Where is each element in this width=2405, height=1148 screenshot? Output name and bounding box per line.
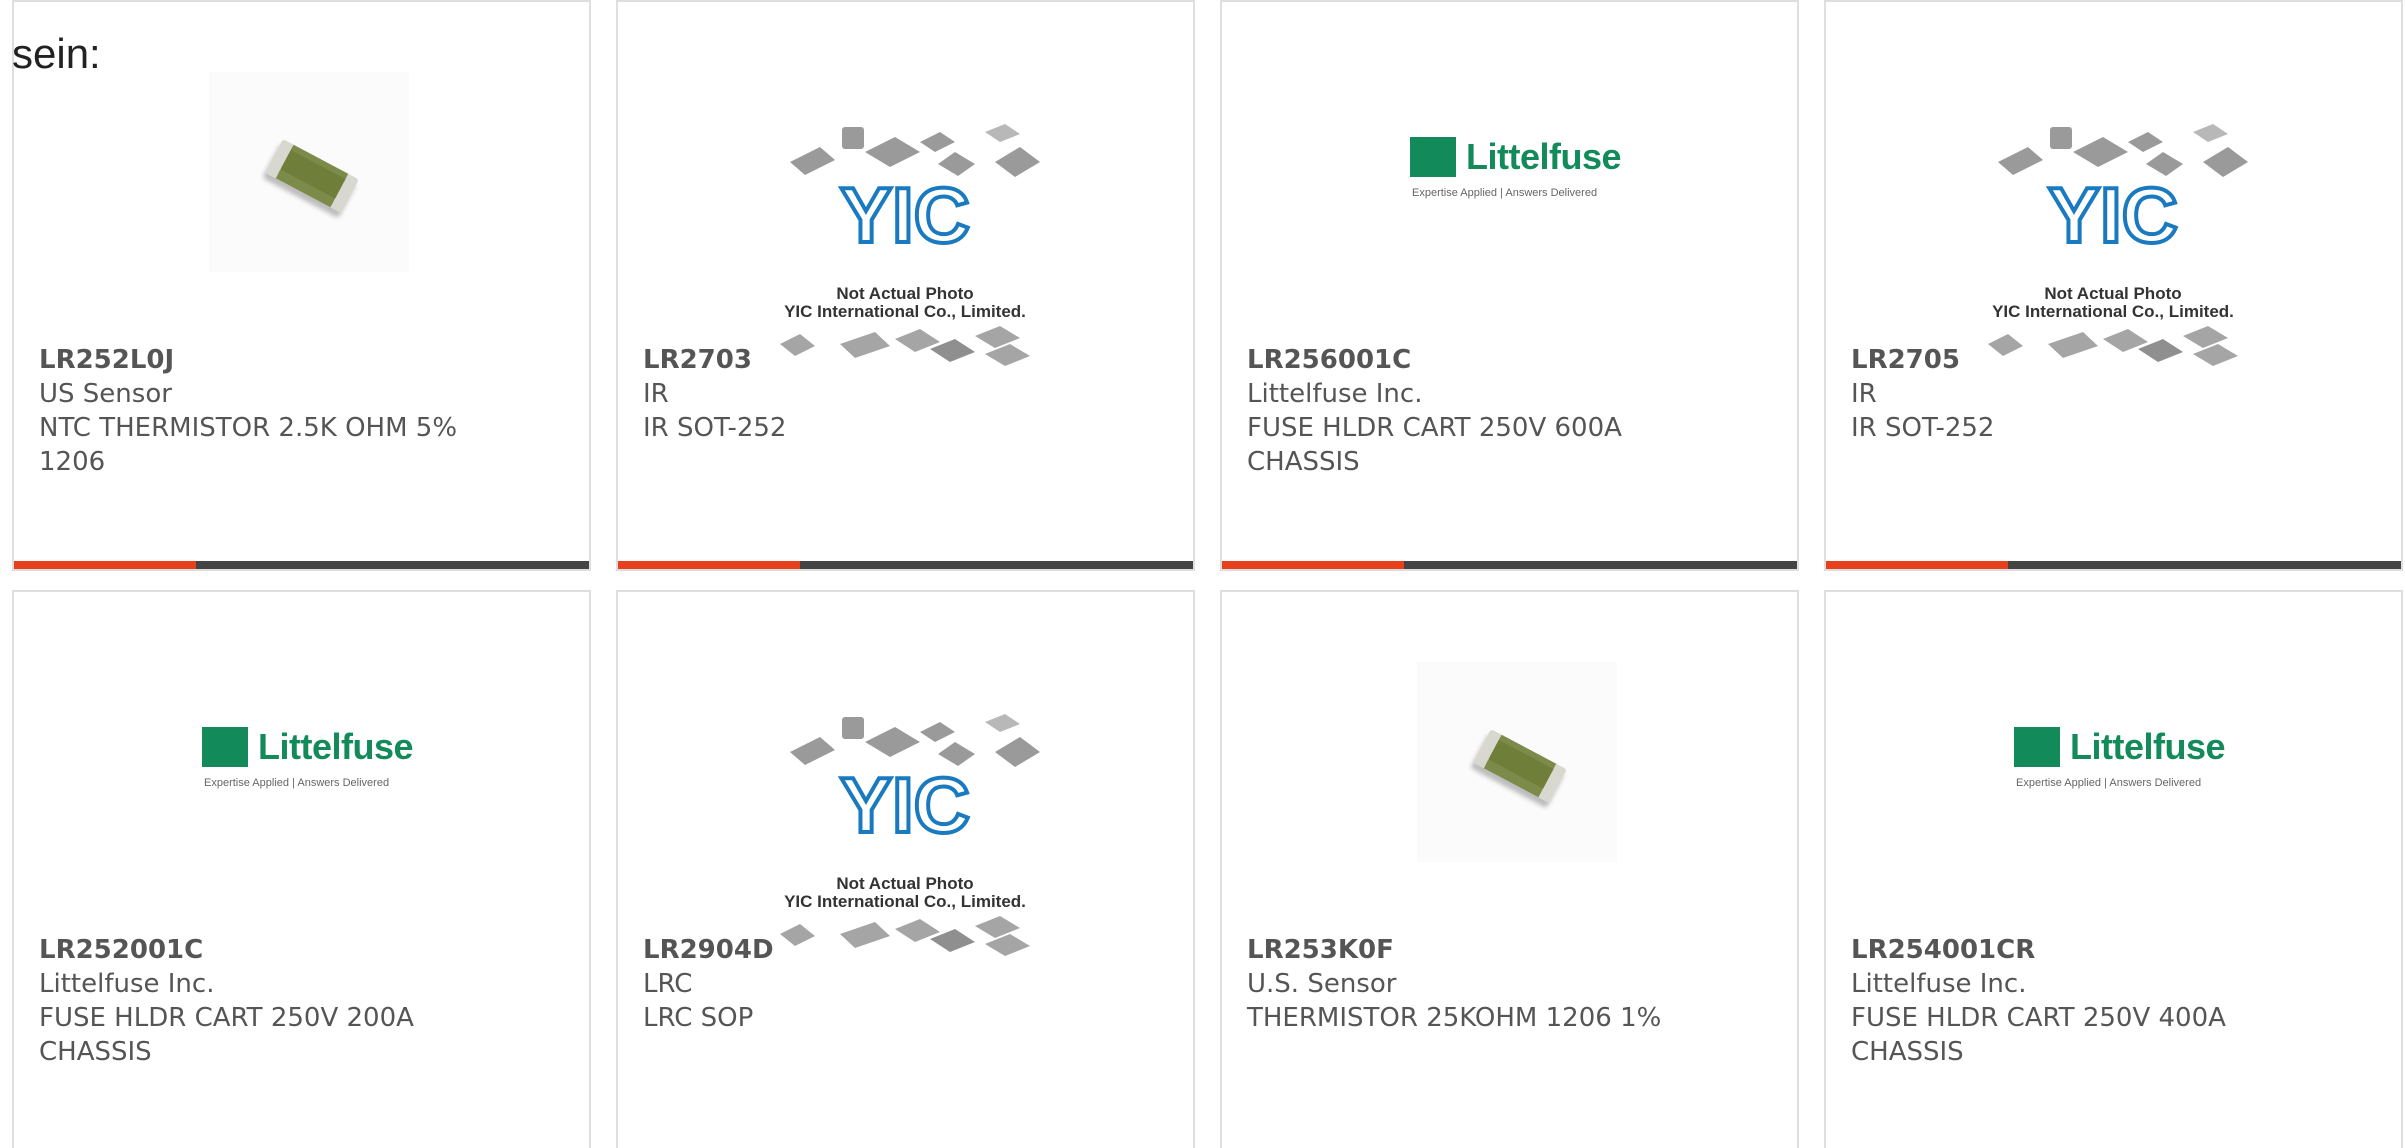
product-card[interactable]: YIC Not Actual Photo YIC International C… bbox=[616, 590, 1195, 1148]
description-line: NTC THERMISTOR 2.5K OHM 5% bbox=[39, 413, 458, 443]
description-line: IR SOT-252 bbox=[1851, 413, 1995, 443]
description-line: 1206 bbox=[39, 447, 106, 477]
yic-logo-icon: YIC Not Actual Photo YIC International C… bbox=[1978, 92, 2248, 366]
yic-caption-line2: YIC International Co., Limited. bbox=[1992, 302, 2234, 321]
svg-text:YIC: YIC bbox=[840, 171, 970, 259]
description-line: FUSE HLDR CART 250V 200A bbox=[39, 1003, 414, 1033]
yic-caption-line1: Not Actual Photo bbox=[836, 874, 974, 893]
manufacturer: U.S. Sensor bbox=[1247, 969, 1397, 999]
card-accent-bar bbox=[14, 561, 589, 569]
product-card[interactable]: LR253K0F U.S. Sensor THERMISTOR 25KOHM 1… bbox=[1220, 590, 1799, 1148]
product-image[interactable]: YIC Not Actual Photo YIC International C… bbox=[1826, 62, 2401, 366]
product-image[interactable]: Littelfuse Expertise Applied | Answers D… bbox=[1826, 652, 2401, 932]
littelfuse-logo-icon: Littelfuse Expertise Applied | Answers D… bbox=[2014, 726, 2226, 789]
description-line: THERMISTOR 25KOHM 1206 1% bbox=[1247, 1003, 1662, 1033]
intro-text: sein: bbox=[12, 30, 101, 77]
product-image[interactable] bbox=[14, 62, 589, 342]
card-accent-bar bbox=[1826, 561, 2401, 569]
description-line: LRC SOP bbox=[643, 1003, 754, 1033]
part-number[interactable]: LR254001CR bbox=[1851, 933, 2301, 967]
manufacturer: IR bbox=[1851, 379, 1877, 409]
yic-logo-icon: YIC Not Actual Photo YIC International C… bbox=[770, 682, 1040, 956]
part-number[interactable]: LR256001C bbox=[1247, 343, 1697, 377]
product-card[interactable]: Littelfuse Expertise Applied | Answers D… bbox=[12, 590, 591, 1148]
product-card[interactable]: LR252L0J US Sensor NTC THERMISTOR 2.5K O… bbox=[12, 0, 591, 571]
description-line: FUSE HLDR CART 250V 600A bbox=[1247, 413, 1622, 443]
description-line: CHASSIS bbox=[1851, 1037, 1964, 1067]
yic-caption-line1: Not Actual Photo bbox=[2044, 284, 2182, 303]
card-accent-bar bbox=[1222, 561, 1797, 569]
product-card[interactable]: Littelfuse Expertise Applied | Answers D… bbox=[1220, 0, 1799, 571]
yic-caption-line1: Not Actual Photo bbox=[836, 284, 974, 303]
product-image[interactable]: Littelfuse Expertise Applied | Answers D… bbox=[14, 652, 589, 932]
yic-caption-line2: YIC International Co., Limited. bbox=[784, 892, 1026, 911]
description-line: IR SOT-252 bbox=[643, 413, 787, 443]
product-card[interactable]: YIC Not Actual Photo YIC International C… bbox=[616, 0, 1195, 571]
product-image[interactable]: YIC Not Actual Photo YIC International C… bbox=[618, 652, 1193, 956]
manufacturer: US Sensor bbox=[39, 379, 172, 409]
part-number[interactable]: LR253K0F bbox=[1247, 933, 1697, 967]
littelfuse-logo-icon: Littelfuse Expertise Applied | Answers D… bbox=[1410, 136, 1622, 199]
manufacturer: Littelfuse Inc. bbox=[1851, 969, 2027, 999]
product-card[interactable]: YIC Not Actual Photo YIC International C… bbox=[1824, 0, 2403, 571]
part-number[interactable]: LR252001C bbox=[39, 933, 489, 967]
svg-text:YIC: YIC bbox=[2048, 171, 2178, 259]
product-image[interactable]: YIC Not Actual Photo YIC International C… bbox=[618, 62, 1193, 366]
description-line: CHASSIS bbox=[1247, 447, 1360, 477]
manufacturer: LRC bbox=[643, 969, 693, 999]
thermistor-chip-icon bbox=[1417, 662, 1617, 862]
part-number[interactable]: LR2703 bbox=[643, 343, 1093, 377]
littelfuse-logo-icon: Littelfuse Expertise Applied | Answers D… bbox=[202, 726, 414, 789]
description-line: FUSE HLDR CART 250V 400A bbox=[1851, 1003, 2226, 1033]
product-image[interactable]: Littelfuse Expertise Applied | Answers D… bbox=[1222, 62, 1797, 342]
thermistor-chip-icon bbox=[209, 72, 409, 272]
product-image[interactable] bbox=[1222, 652, 1797, 932]
manufacturer: Littelfuse Inc. bbox=[39, 969, 215, 999]
svg-text:YIC: YIC bbox=[840, 761, 970, 849]
product-card[interactable]: Littelfuse Expertise Applied | Answers D… bbox=[1824, 590, 2403, 1148]
yic-caption-line2: YIC International Co., Limited. bbox=[784, 302, 1026, 321]
part-number[interactable]: LR2904D bbox=[643, 933, 1093, 967]
description-line: CHASSIS bbox=[39, 1037, 152, 1067]
part-number[interactable]: LR252L0J bbox=[39, 343, 489, 377]
card-accent-bar bbox=[618, 561, 1193, 569]
manufacturer: Littelfuse Inc. bbox=[1247, 379, 1423, 409]
yic-logo-icon: YIC Not Actual Photo YIC International C… bbox=[770, 92, 1040, 366]
product-grid-page: sein: LR252L0J US Sensor NTC THERMISTOR … bbox=[0, 0, 2405, 1148]
part-number[interactable]: LR2705 bbox=[1851, 343, 2301, 377]
manufacturer: IR bbox=[643, 379, 669, 409]
